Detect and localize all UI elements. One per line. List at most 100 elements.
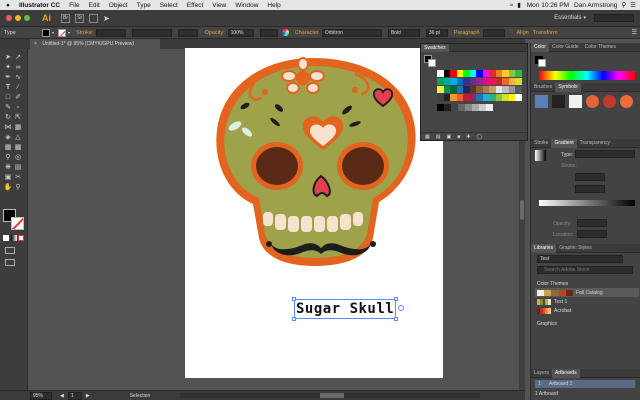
style-field[interactable] [259, 28, 278, 37]
variable-width-field[interactable] [132, 28, 173, 37]
color-stroke-preview[interactable] [538, 59, 546, 67]
menu-edit[interactable]: Edit [89, 2, 100, 9]
swatch-chip[interactable] [486, 104, 493, 111]
eraser-tool-icon[interactable]: ▫ [13, 103, 23, 113]
swatch-chip[interactable] [444, 104, 451, 111]
gradient-ratio-field[interactable] [575, 185, 605, 193]
stock-icon[interactable]: St [75, 13, 84, 23]
none-mode-icon[interactable] [18, 235, 25, 241]
show-kinds-icon[interactable]: ▤ [436, 134, 441, 140]
perspective-grid-tool-icon[interactable]: △ [13, 133, 23, 143]
tab-graphic-styles[interactable]: Graphic Styles [556, 245, 595, 251]
spotlight-icon[interactable]: ⚲ [621, 1, 626, 9]
trash-icon[interactable]: ◯ [476, 134, 482, 140]
shape-builder-tool-icon[interactable]: ◈ [3, 133, 13, 143]
artwork-title-text[interactable]: Sugar Skull [296, 300, 396, 318]
window-zoom-button[interactable] [24, 15, 30, 21]
tab-gradient[interactable]: Gradient [551, 138, 577, 148]
color-group-icon[interactable]: ■ [457, 134, 460, 140]
character-label[interactable]: Character [295, 30, 319, 36]
wifi-icon[interactable]: ≈ [510, 2, 514, 9]
arrange-documents-icon[interactable] [89, 13, 98, 23]
menu-effect[interactable]: Effect [187, 2, 204, 9]
menu-object[interactable]: Object [109, 2, 128, 9]
tab-color[interactable]: Color [531, 42, 549, 52]
opacity-label[interactable]: Opacity: [204, 30, 224, 36]
tab-color-guide[interactable]: Color Guide [549, 44, 582, 50]
menu-file[interactable]: File [69, 2, 79, 9]
recolor-icon[interactable] [281, 29, 289, 36]
prev-artboard-icon[interactable]: ◀ [60, 393, 64, 399]
symbol-item[interactable] [535, 95, 548, 108]
swatch-chip[interactable] [515, 70, 522, 77]
font-size-field[interactable]: 36 pt [425, 28, 448, 37]
free-transform-tool-icon[interactable]: ▦ [13, 123, 23, 133]
swatch-chip[interactable] [479, 104, 486, 111]
tab-color-themes[interactable]: Color Themes [582, 44, 619, 50]
scrollbar-thumb[interactable] [320, 393, 345, 398]
stroke-color-box[interactable] [11, 217, 24, 230]
window-minimize-button[interactable] [15, 15, 21, 21]
swatch-chip[interactable] [451, 104, 458, 111]
tab-artboards[interactable]: Artboards [552, 368, 580, 378]
gradient-preview[interactable] [535, 150, 546, 161]
tab-symbols[interactable]: Symbols [555, 82, 581, 92]
eyedropper-tool-icon[interactable]: ⚲ [3, 153, 13, 163]
type-tool-icon[interactable]: T [3, 83, 13, 93]
close-icon[interactable]: × [34, 41, 37, 47]
brush-field[interactable] [178, 28, 199, 37]
library-select[interactable]: Test [537, 255, 623, 263]
swatch-chip[interactable] [458, 104, 465, 111]
swatch-chip[interactable] [437, 104, 444, 111]
mesh-tool-icon[interactable]: ▦ [3, 143, 13, 153]
color-mode-icon[interactable] [3, 235, 9, 241]
paragraph-label[interactable]: Paragraph [454, 30, 480, 36]
battery-icon[interactable]: ▮ [517, 1, 521, 9]
magic-wand-tool-icon[interactable]: ✦ [3, 63, 13, 73]
hamburger-menu-icon[interactable]: ☰ [632, 29, 637, 36]
artboard-number[interactable]: 1 [67, 391, 82, 400]
tab-layers[interactable]: Layers [531, 370, 552, 376]
gradient-tool-icon[interactable]: ▩ [13, 143, 23, 153]
tab-stroke[interactable]: Stroke [531, 140, 551, 146]
stroke-label[interactable]: Stroke: [76, 30, 93, 36]
width-tool-icon[interactable]: ⋈ [3, 123, 13, 133]
symbol-item[interactable] [569, 95, 582, 108]
zoom-select[interactable]: 95% [30, 391, 52, 400]
slice-tool-icon[interactable]: ✂ [13, 173, 23, 183]
selection-handle[interactable] [394, 297, 398, 301]
color-theme-row[interactable]: Test 1 [535, 297, 639, 306]
swatch-chip[interactable] [515, 78, 522, 85]
blend-tool-icon[interactable]: ◎ [13, 153, 23, 163]
swatch-libraries-icon[interactable]: ▦ [425, 134, 430, 140]
selection-handle[interactable] [394, 317, 398, 321]
menu-type[interactable]: Type [137, 2, 151, 9]
tab-transparency[interactable]: Transparency [577, 140, 613, 146]
clock[interactable]: Mon 10:26 PM [527, 2, 569, 9]
apple-icon[interactable]: ● [6, 2, 10, 9]
horizontal-scrollbar[interactable] [180, 393, 481, 398]
rotate-tool-icon[interactable]: ↻ [3, 113, 13, 123]
color-theme-row[interactable]: Fall Catalog [535, 288, 639, 297]
scrollbar-thumb[interactable] [520, 200, 524, 220]
menu-window[interactable]: Window [235, 2, 258, 9]
symbol-item[interactable] [603, 95, 616, 108]
stroke-swatch[interactable] [58, 28, 67, 37]
selection-handle[interactable] [292, 317, 296, 321]
chevron-down-icon[interactable]: ▾ [583, 15, 586, 21]
selection-handle[interactable] [292, 297, 296, 301]
symbol-item[interactable] [586, 95, 599, 108]
swatch-chip[interactable] [515, 94, 522, 101]
lasso-tool-icon[interactable]: ∞ [13, 63, 23, 73]
paintbrush-tool-icon[interactable]: ✐ [13, 93, 23, 103]
gradient-mode-icon[interactable] [10, 235, 17, 241]
line-tool-icon[interactable]: ∕ [13, 83, 23, 93]
pencil-tool-icon[interactable]: ✎ [3, 103, 13, 113]
symbol-item[interactable] [552, 95, 565, 108]
user-name[interactable]: Dan Armstrong [574, 2, 617, 9]
color-theme-row[interactable]: Acrobat [535, 306, 639, 315]
chevron-down-icon[interactable]: ▾ [52, 30, 54, 35]
screen-mode-icon[interactable] [5, 259, 15, 266]
tab-libraries[interactable]: Libraries [531, 243, 557, 253]
direct-selection-tool-icon[interactable]: ↗ [13, 53, 23, 63]
